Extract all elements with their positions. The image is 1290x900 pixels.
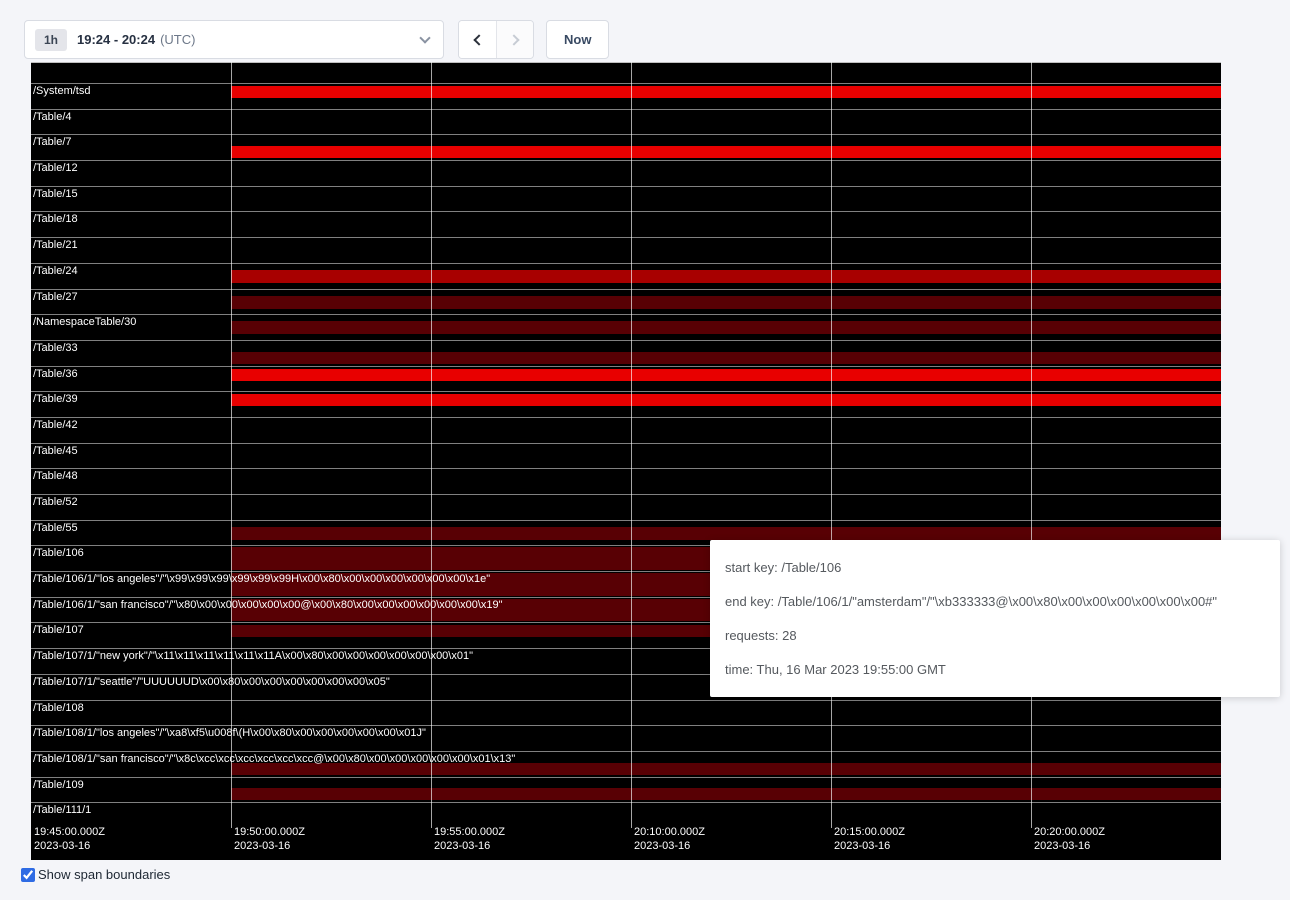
heatmap-top-spacer [31,62,1221,83]
prev-time-button[interactable] [459,21,496,58]
heatmap-band[interactable] [231,296,1221,309]
heatmap-band[interactable] [231,270,1221,283]
heatmap-row[interactable]: /Table/52 [31,494,1221,520]
heatmap-row[interactable]: /Table/108/1/"los angeles"/"\xa8\xf5\u00… [31,725,1221,751]
time-nav-group [458,20,534,59]
span-label: /NamespaceTable/30 [33,316,136,328]
span-label: /Table/109 [33,779,84,791]
x-axis-label: 20:15:00.000Z2023-03-16 [834,825,905,853]
span-label: /Table/36 [33,368,78,380]
span-label: /Table/12 [33,162,78,174]
span-label: /Table/4 [33,111,72,123]
heatmap-row[interactable]: /Table/7 [31,134,1221,160]
heatmap-row[interactable]: /Table/39 [31,391,1221,417]
heatmap-band[interactable] [231,352,1221,364]
heatmap-row[interactable]: /Table/45 [31,443,1221,469]
span-label: /Table/48 [33,470,78,482]
heatmap-row[interactable]: /Table/42 [31,417,1221,443]
toolbar: 1h 19:24 - 20:24 (UTC) Now [24,20,609,59]
tooltip-requests: requests: 28 [725,626,1265,645]
heatmap-row[interactable]: /Table/4 [31,109,1221,135]
timezone-text: (UTC) [160,32,195,47]
heatmap-row[interactable]: /Table/108 [31,700,1221,726]
span-label: /Table/108/1/"los angeles"/"\xa8\xf5\u00… [33,727,426,739]
span-label: /Table/108 [33,702,84,714]
heatmap-row[interactable]: /Table/36 [31,366,1221,392]
span-label: /System/tsd [33,85,90,97]
heatmap-row[interactable]: /Table/24 [31,263,1221,289]
grid-line [631,62,632,828]
time-range-text: 19:24 - 20:24 [77,32,155,47]
x-axis-label: 20:20:00.000Z2023-03-16 [1034,825,1105,853]
time-range-dropdown[interactable]: 1h 19:24 - 20:24 (UTC) [24,20,444,59]
heatmap-row[interactable]: /Table/12 [31,160,1221,186]
chevron-right-icon [508,34,519,45]
heatmap-row[interactable]: /Table/108/1/"san francisco"/"\x8c\xcc\x… [31,751,1221,777]
chevron-down-icon [419,32,430,43]
heatmap-row[interactable]: /Table/48 [31,468,1221,494]
span-label: /Table/7 [33,136,72,148]
heatmap-row[interactable]: /Table/109 [31,777,1221,803]
heatmap-band[interactable] [231,527,1221,540]
span-label: /Table/33 [33,342,78,354]
span-label: /Table/107/1/"new york"/"\x11\x11\x11\x1… [33,650,473,662]
chevron-left-icon [473,34,484,45]
x-axis-label: 19:55:00.000Z2023-03-16 [434,825,505,853]
tooltip-time: time: Thu, 16 Mar 2023 19:55:00 GMT [725,660,1265,679]
next-time-button[interactable] [496,21,533,58]
span-label: /Table/21 [33,239,78,251]
heatmap-rows: /System/tsd/Table/4/Table/7/Table/12/Tab… [31,83,1221,828]
show-span-boundaries-checkbox[interactable] [21,868,35,882]
span-label: /Table/27 [33,291,78,303]
grid-line [231,62,232,828]
heatmap-band[interactable] [231,369,1221,381]
span-label: /Table/108/1/"san francisco"/"\x8c\xcc\x… [33,753,515,765]
tooltip-end-key: end key: /Table/106/1/"amsterdam"/"\xb33… [725,592,1265,611]
x-axis-label: 19:45:00.000Z2023-03-16 [34,825,105,853]
x-axis-label: 19:50:00.000Z2023-03-16 [234,825,305,853]
span-label: /Table/15 [33,188,78,200]
footer: Show span boundaries [21,867,170,882]
x-axis: 19:45:00.000Z2023-03-16 19:50:00.000Z2023… [31,824,1221,860]
hover-tooltip: start key: /Table/106 end key: /Table/10… [710,540,1280,697]
heatmap-row[interactable]: /Table/27 [31,289,1221,315]
heatmap-band[interactable] [231,86,1221,98]
span-label: /Table/39 [33,393,78,405]
tooltip-start-key: start key: /Table/106 [725,558,1265,577]
span-label: /Table/55 [33,522,78,534]
grid-line [431,62,432,828]
span-label: /Table/111/1 [33,804,91,816]
grid-line [1031,62,1032,828]
span-label: /Table/45 [33,445,78,457]
heatmap-band[interactable] [231,146,1221,158]
heatmap-row[interactable]: /System/tsd [31,83,1221,109]
span-label: /Table/106/1/"san francisco"/"\x80\x00\x… [33,599,503,611]
span-label: /Table/24 [33,265,78,277]
checkbox-label: Show span boundaries [38,867,170,882]
heatmap-row[interactable]: /NamespaceTable/30 [31,314,1221,340]
heatmap-row[interactable]: /Table/33 [31,340,1221,366]
span-label: /Table/18 [33,213,78,225]
grid-line [831,62,832,828]
span-label: /Table/42 [33,419,78,431]
heatmap-row[interactable]: /Table/18 [31,211,1221,237]
span-label: /Table/106 [33,547,84,559]
now-button[interactable]: Now [546,20,609,59]
heatmap-band[interactable] [231,321,1221,334]
span-label: /Table/107 [33,624,84,636]
span-label: /Table/52 [33,496,78,508]
heatmap-row[interactable]: /Table/21 [31,237,1221,263]
heatmap[interactable]: /System/tsd/Table/4/Table/7/Table/12/Tab… [31,62,1221,860]
heatmap-band[interactable] [231,394,1221,406]
span-label: /Table/107/1/"seattle"/"UUUUUUD\x00\x80\… [33,676,390,688]
x-axis-label: 20:10:00.000Z2023-03-16 [634,825,705,853]
heatmap-band[interactable] [231,788,1221,800]
span-label: /Table/106/1/"los angeles"/"\x99\x99\x99… [33,573,490,585]
duration-badge: 1h [35,29,67,51]
heatmap-row[interactable]: /Table/15 [31,186,1221,212]
